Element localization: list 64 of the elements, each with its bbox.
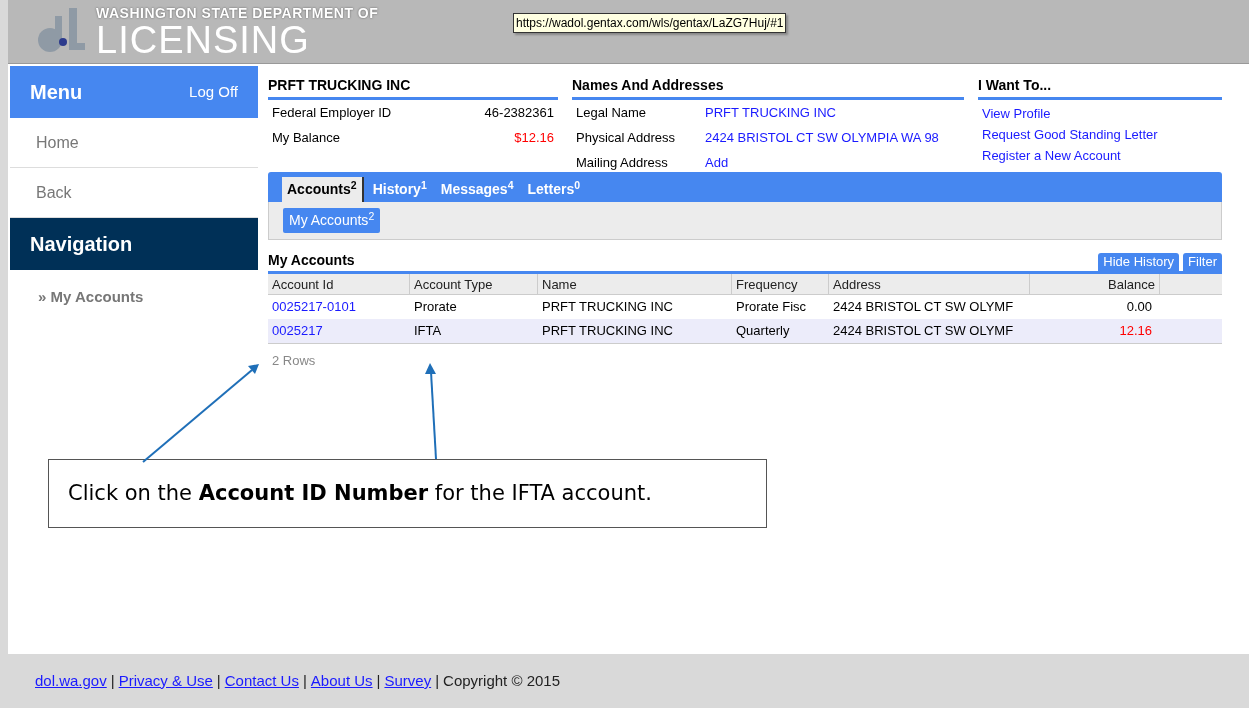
separator: | [435, 670, 440, 691]
column-header: Address [829, 274, 1030, 294]
account-id-link[interactable]: 0025217 [268, 321, 410, 341]
agency-line: WASHINGTON STATE DEPARTMENT OF [96, 6, 379, 20]
action-link[interactable]: View Profile [982, 103, 1218, 124]
section-title: Names And Addresses [572, 75, 964, 100]
field-link[interactable]: Add [705, 152, 729, 173]
nav-item[interactable]: » My Accounts [10, 270, 258, 309]
field-label: Federal Employer ID [272, 103, 392, 122]
table-action-button[interactable]: Hide History [1098, 253, 1180, 271]
column-header: Account Type [410, 274, 538, 294]
section-title: I Want To... [978, 75, 1222, 100]
agency-name: LICENSING [96, 21, 311, 59]
action-link[interactable]: Register a New Account [982, 145, 1218, 166]
action-link[interactable]: Request Good Standing Letter [982, 124, 1218, 145]
separator: | [110, 670, 115, 691]
table-cell-text: 2424 BRISTOL CT SW OLYMF [832, 298, 1015, 317]
subtab[interactable]: My Accounts$^{2}$ [283, 208, 381, 233]
copyright: Copyright © 2015 [443, 670, 560, 691]
sidebar-item[interactable]: Home [10, 118, 258, 168]
table-cell-text: PRFT TRUCKING INC [541, 322, 674, 341]
table-row[interactable]: 0025217 IFTA PRFT TRUCKING INC Quarterly 2424 BRISTOL CT SW OLYMF 12.16 [268, 319, 1222, 343]
field-value: 46-2382361 [484, 103, 554, 122]
tab[interactable]: History$^{1}$ [367, 177, 432, 202]
url-tooltip: https://wadol.gentax.com/wls/gentax/LaZG7Huj/#1 [513, 13, 787, 33]
log-off-link[interactable]: Log Off [189, 80, 238, 104]
callout-text: Click on the Account ID Number for the IFTA account. [68, 479, 652, 507]
row-count: 2 Rows [271, 353, 316, 368]
footer-link[interactable]: dol.wa.gov [35, 669, 107, 693]
field-label: My Balance [272, 128, 340, 147]
table-cell-text: Prorate [413, 298, 458, 317]
separator: | [302, 670, 307, 691]
column-header: Account Id [268, 274, 410, 294]
field-label: Legal Name [576, 103, 648, 122]
footer-link[interactable]: About Us [310, 669, 373, 693]
field-link[interactable]: 2424 BRISTOL CT SW OLYMPIA WA 98 [705, 127, 939, 148]
separator: | [376, 670, 381, 691]
table-cell-text: Prorate Fisc [735, 298, 808, 317]
section-title: PRFT TRUCKING INC [268, 75, 558, 100]
footer-link[interactable]: Privacy & Use [118, 669, 213, 693]
table-action-button[interactable]: Filter [1183, 253, 1222, 271]
tab[interactable]: Messages$^{4}$ [435, 177, 519, 202]
tab[interactable]: Letters$^{0}$ [522, 177, 586, 202]
account-id-link[interactable]: 0025217-0101 [268, 297, 410, 317]
field-link[interactable]: PRFT TRUCKING INC [705, 102, 836, 123]
table-cell-text: 2424 BRISTOL CT SW OLYMF [832, 322, 1015, 341]
table-cell-text: IFTA [413, 322, 443, 341]
table-title: My Accounts [268, 251, 355, 270]
column-header: Balance [1030, 274, 1160, 294]
tab[interactable]: Accounts$^{2}$ [282, 177, 364, 202]
table-cell-text: 0.00 [1125, 298, 1153, 317]
table-cell-text: Quarterly [735, 322, 791, 341]
menu-title: Menu [30, 80, 83, 105]
separator: | [216, 670, 221, 691]
column-header: Frequency [732, 274, 829, 294]
table-cell-text: PRFT TRUCKING INC [541, 298, 674, 317]
footer-link[interactable]: Contact Us [224, 669, 299, 693]
column-header: Name [538, 274, 732, 294]
field-label: Physical Address [576, 128, 676, 147]
table-cell-text: 12.16 [1118, 322, 1153, 341]
footer-link[interactable]: Survey [384, 669, 432, 693]
field-value: $12.16 [514, 128, 554, 147]
navigation-title: Navigation [30, 232, 133, 257]
field-label: Mailing Address [576, 153, 669, 172]
